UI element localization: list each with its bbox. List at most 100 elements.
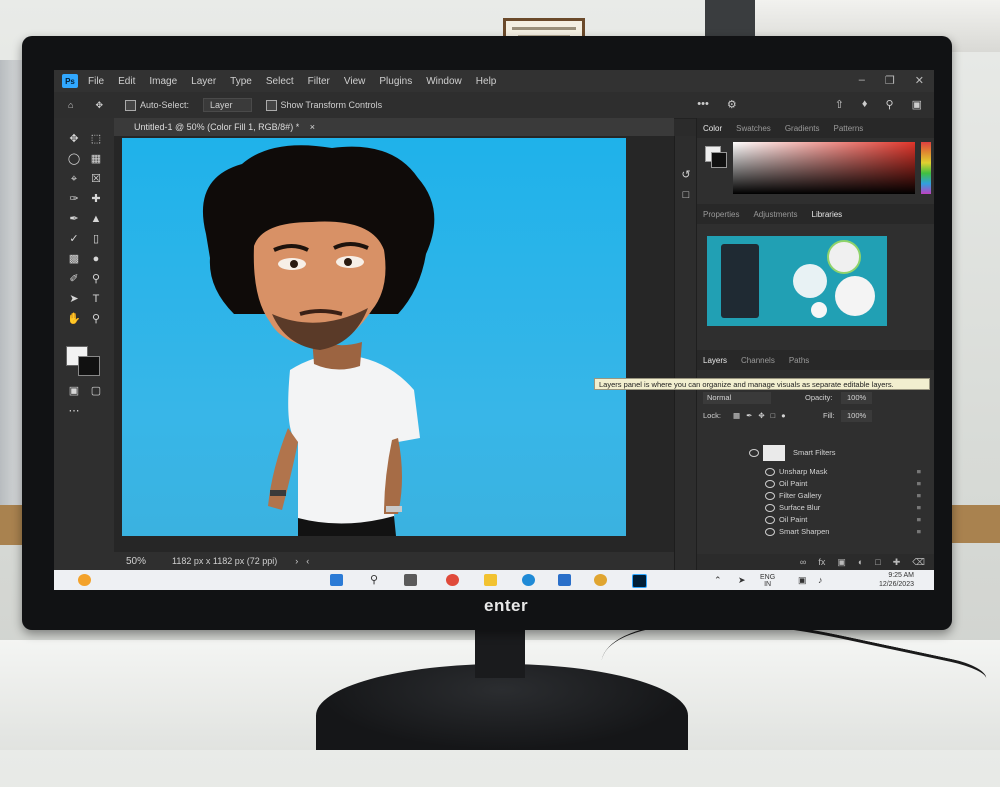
close-icon[interactable]: ✕ — [915, 74, 924, 87]
menu-type[interactable]: Type — [230, 76, 252, 87]
trash-icon[interactable]: ⌫ — [912, 557, 925, 568]
share-icon[interactable]: ⇧ — [835, 98, 844, 111]
eye-icon[interactable] — [765, 492, 775, 500]
menu-layer[interactable]: Layer — [191, 76, 216, 87]
store-icon[interactable] — [558, 574, 571, 586]
menu-edit[interactable]: Edit — [118, 76, 135, 87]
search-icon[interactable]: ⚲ — [370, 574, 383, 586]
menu-help[interactable]: Help — [476, 76, 497, 87]
eye-icon[interactable] — [765, 516, 775, 524]
marquee-tool-icon[interactable]: ⬚ — [88, 132, 104, 146]
blur-tool-icon[interactable]: ● — [88, 252, 104, 266]
zoom-level[interactable]: 50% — [126, 556, 146, 567]
filter-options-icon[interactable]: ≡ — [917, 502, 921, 514]
tab-channels[interactable]: Channels — [741, 356, 775, 365]
color-picker-field[interactable] — [733, 142, 915, 194]
canvas[interactable] — [122, 138, 626, 536]
tab-adjustments[interactable]: Adjustments — [753, 210, 797, 219]
filter-options-icon[interactable]: ≡ — [917, 490, 921, 502]
filter-row[interactable]: Unsharp Mask ≡ — [697, 466, 934, 478]
eye-icon[interactable] — [765, 528, 775, 536]
clock[interactable]: 9:25 AM 12/26/2023 — [879, 571, 914, 589]
edit-toolbar-icon[interactable]: ⋯ — [66, 404, 82, 418]
task-view-icon[interactable] — [404, 574, 417, 586]
dodge-tool-icon[interactable]: ⚲ — [88, 272, 104, 286]
eraser-icon[interactable]: ▯ — [88, 232, 104, 246]
chevron-left-icon[interactable]: ‹ — [306, 556, 309, 566]
filter-options-icon[interactable]: ≡ — [917, 526, 921, 538]
path-select-icon[interactable]: ➤ — [66, 292, 82, 306]
color-background-swatch[interactable] — [711, 152, 727, 168]
menu-filter[interactable]: Filter — [308, 76, 330, 87]
crop-tool-icon[interactable]: ⌖ — [66, 172, 82, 186]
filter-options-icon[interactable]: ≡ — [917, 478, 921, 490]
menu-select[interactable]: Select — [266, 76, 294, 87]
eye-icon[interactable] — [765, 480, 775, 488]
eyedropper-icon[interactable]: ✑ — [66, 192, 82, 206]
minimize-icon[interactable]: – — [859, 74, 865, 87]
menu-file[interactable]: File — [88, 76, 104, 87]
tab-paths[interactable]: Paths — [789, 356, 809, 365]
volume-icon[interactable]: ♪ — [818, 575, 823, 585]
chevron-right-icon[interactable]: › — [295, 556, 298, 566]
background-color-swatch[interactable] — [78, 356, 100, 376]
move-tool-icon[interactable]: ✥ — [95, 100, 103, 111]
folder-icon[interactable]: □ — [875, 557, 880, 567]
eye-icon[interactable] — [765, 504, 775, 512]
language-indicator[interactable]: ENG IN — [760, 574, 775, 588]
workspace-icon[interactable]: ▣ — [912, 98, 922, 111]
history-brush-icon[interactable]: ✓ — [66, 232, 82, 246]
history-icon[interactable]: ↺ — [678, 168, 694, 182]
filter-options-icon[interactable]: ≡ — [917, 466, 921, 478]
lock-icons[interactable]: ▦✒✥□● — [733, 410, 792, 422]
pen-tool-icon[interactable]: ✐ — [66, 272, 82, 286]
frame-tool-icon[interactable]: ☒ — [88, 172, 104, 186]
restore-icon[interactable]: ❐ — [885, 74, 895, 87]
home-icon[interactable]: ⌂ — [68, 100, 73, 110]
mask-icon[interactable]: ▣ — [837, 557, 846, 568]
screen-mode-icon[interactable]: ▢ — [88, 384, 104, 398]
eye-icon[interactable] — [749, 449, 759, 457]
menu-plugins[interactable]: Plugins — [379, 76, 412, 87]
windows-start-icon[interactable] — [330, 574, 343, 586]
opacity-field[interactable]: 100% — [841, 392, 873, 404]
fx-icon[interactable]: fx — [818, 557, 825, 567]
menu-view[interactable]: View — [344, 76, 366, 87]
filter-row[interactable]: Oil Paint ≡ — [697, 514, 934, 526]
tab-color[interactable]: Color — [703, 124, 722, 133]
tray-icon[interactable]: ➤ — [738, 575, 746, 586]
comments-icon[interactable]: □ — [678, 188, 694, 202]
filter-row[interactable]: Filter Gallery ≡ — [697, 490, 934, 502]
tab-properties[interactable]: Properties — [703, 210, 739, 219]
tab-gradients[interactable]: Gradients — [785, 124, 820, 133]
brush-tool-icon[interactable]: ✒ — [66, 212, 82, 226]
lasso-tool-icon[interactable]: ◯ — [66, 152, 82, 166]
filter-row[interactable]: Smart Sharpen ≡ — [697, 526, 934, 538]
tray-chevron-icon[interactable]: ⌃ — [714, 575, 722, 586]
stamp-tool-icon[interactable]: ▲ — [88, 212, 104, 226]
edge-icon[interactable] — [522, 574, 535, 586]
fill-field[interactable]: 100% — [841, 410, 873, 422]
transform-controls-checkbox[interactable]: Show Transform Controls — [265, 99, 382, 111]
chrome-icon[interactable] — [446, 574, 459, 586]
weather-widget-icon[interactable] — [78, 574, 91, 586]
tab-swatches[interactable]: Swatches — [736, 124, 771, 133]
move-tool-icon[interactable]: ✥ — [66, 132, 82, 146]
menu-image[interactable]: Image — [149, 76, 177, 87]
tab-libraries[interactable]: Libraries — [812, 210, 843, 219]
object-select-icon[interactable]: ▦ — [88, 152, 104, 166]
gradient-tool-icon[interactable]: ▩ — [66, 252, 82, 266]
hue-slider[interactable] — [921, 142, 931, 194]
more-options-button[interactable]: ••• — [697, 98, 709, 111]
adjustment-layer-icon[interactable]: ◐ — [858, 557, 863, 567]
type-tool-icon[interactable]: T — [88, 292, 104, 306]
smart-filters-row[interactable]: Smart Filters — [697, 444, 934, 462]
quick-mask-icon[interactable]: ▣ — [66, 384, 82, 398]
filter-row[interactable]: Oil Paint ≡ — [697, 478, 934, 490]
close-document-icon[interactable]: × — [310, 122, 315, 132]
zoom-tool-icon[interactable]: ⚲ — [88, 312, 104, 326]
search-icon[interactable]: ⚲ — [886, 98, 894, 111]
file-explorer-icon[interactable] — [484, 574, 497, 586]
filter-options-icon[interactable]: ≡ — [917, 514, 921, 526]
chrome-canary-icon[interactable] — [594, 574, 607, 586]
